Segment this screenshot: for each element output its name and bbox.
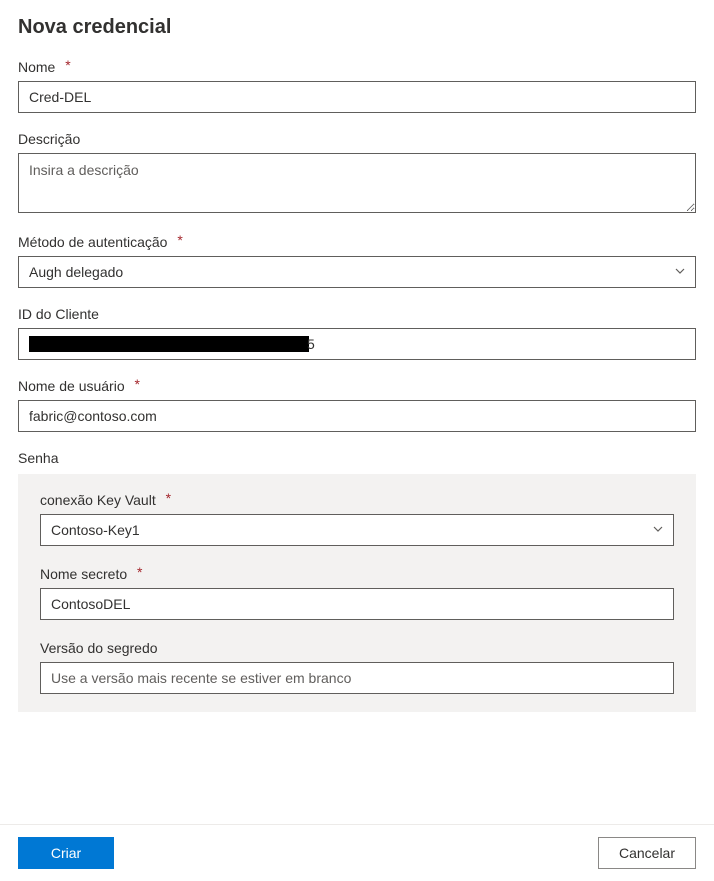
secret-name-label-text: Nome secreto: [40, 566, 127, 582]
redacted-content: [29, 336, 309, 352]
required-asterisk: *: [135, 376, 140, 392]
keyvault-select[interactable]: Contoso-Key1: [40, 514, 674, 546]
cancel-button[interactable]: Cancelar: [598, 837, 696, 869]
page-title: Nova credencial: [18, 16, 696, 39]
secret-version-input[interactable]: [40, 662, 674, 694]
username-input[interactable]: [18, 400, 696, 432]
auth-method-select-wrapper: Augh delegado: [18, 256, 696, 288]
client-id-suffix: 5: [307, 336, 315, 352]
username-label-text: Nome de usuário: [18, 378, 125, 394]
required-asterisk: *: [177, 232, 182, 248]
auth-method-label: Método de autenticação *: [18, 234, 696, 250]
footer: Criar Cancelar: [0, 824, 714, 881]
client-id-field-group: ID do Cliente 5: [18, 306, 696, 360]
secret-name-input[interactable]: [40, 588, 674, 620]
description-label: Descrição: [18, 131, 696, 147]
create-button[interactable]: Criar: [18, 837, 114, 869]
password-label: Senha: [18, 450, 696, 466]
keyvault-label-text: conexão Key Vault: [40, 492, 156, 508]
password-field-group: Senha conexão Key Vault * Contoso-Key1: [18, 450, 696, 712]
username-label: Nome de usuário *: [18, 378, 696, 394]
auth-method-label-text: Método de autenticação: [18, 234, 167, 250]
required-asterisk: *: [166, 490, 171, 506]
name-field-group: Nome *: [18, 59, 696, 113]
auth-method-value: Augh delegado: [29, 264, 123, 280]
secret-version-field-group: Versão do segredo: [40, 640, 674, 694]
password-section: conexão Key Vault * Contoso-Key1 Nome se…: [18, 474, 696, 712]
keyvault-label: conexão Key Vault *: [40, 492, 674, 508]
keyvault-value: Contoso-Key1: [51, 522, 140, 538]
description-textarea[interactable]: [18, 153, 696, 213]
client-id-label: ID do Cliente: [18, 306, 696, 322]
required-asterisk: *: [65, 57, 70, 73]
name-label-text: Nome: [18, 59, 55, 75]
keyvault-field-group: conexão Key Vault * Contoso-Key1: [40, 492, 674, 546]
auth-method-select[interactable]: Augh delegado: [18, 256, 696, 288]
secret-version-label: Versão do segredo: [40, 640, 674, 656]
required-asterisk: *: [137, 564, 142, 580]
username-field-group: Nome de usuário *: [18, 378, 696, 432]
name-input[interactable]: [18, 81, 696, 113]
client-id-input[interactable]: 5: [18, 328, 696, 360]
secret-name-field-group: Nome secreto *: [40, 566, 674, 620]
auth-method-field-group: Método de autenticação * Augh delegado: [18, 234, 696, 288]
secret-name-label: Nome secreto *: [40, 566, 674, 582]
name-label: Nome *: [18, 59, 696, 75]
keyvault-select-wrapper: Contoso-Key1: [40, 514, 674, 546]
description-field-group: Descrição: [18, 131, 696, 216]
